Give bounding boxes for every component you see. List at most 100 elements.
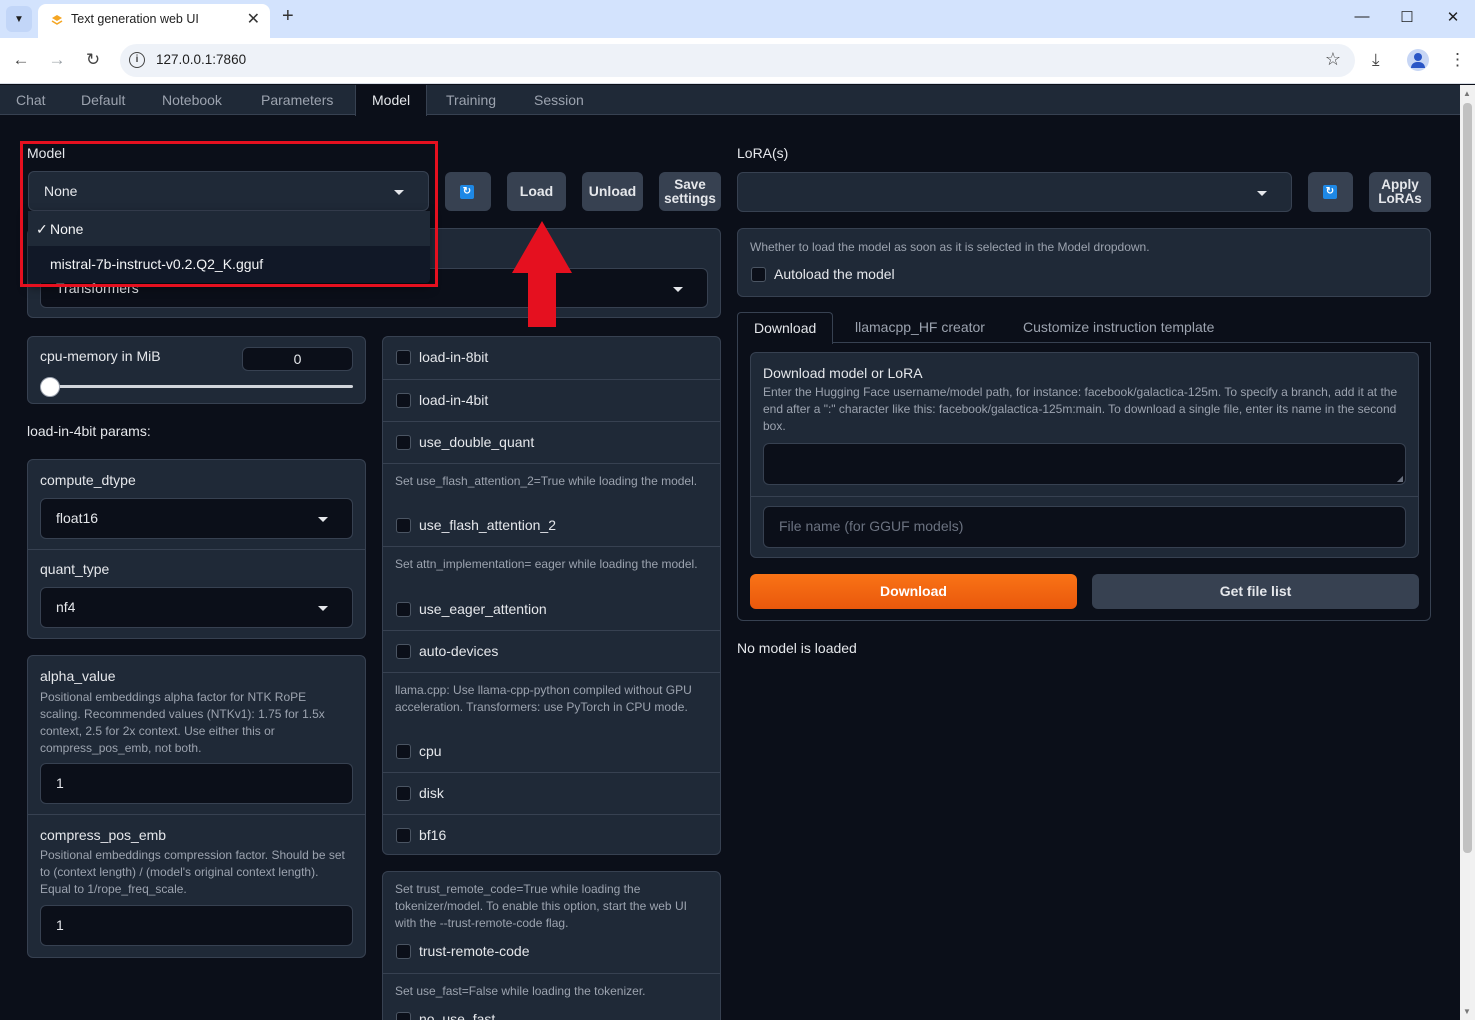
tab-notebook[interactable]: Notebook: [146, 85, 238, 115]
apply-loras-label-2: LoRAs: [1378, 191, 1422, 206]
lora-label: LoRA(s): [737, 145, 789, 161]
get-file-list-button[interactable]: Get file list: [1092, 574, 1419, 609]
tab-training[interactable]: Training: [430, 85, 512, 115]
quant-type-dropdown[interactable]: nf4: [40, 587, 353, 628]
alpha-value-label: alpha_value: [40, 668, 116, 684]
cpu-memory-slider-track[interactable]: [40, 385, 353, 388]
tab-search-button[interactable]: ▼: [6, 6, 32, 32]
tab-session[interactable]: Session: [518, 85, 600, 115]
load-in-8bit-row[interactable]: load-in-8bit: [383, 337, 720, 379]
tab-download[interactable]: Download: [737, 312, 834, 344]
browser-tab[interactable]: Text generation web UI ✕: [38, 4, 270, 38]
chevron-down-icon: [673, 287, 683, 292]
tab-parameters[interactable]: Parameters: [245, 85, 349, 115]
cpu-memory-slider-thumb[interactable]: [40, 377, 60, 397]
url-text: 127.0.0.1:7860: [156, 52, 247, 67]
load-in-4bit-checkbox[interactable]: [396, 393, 411, 408]
maximize-icon[interactable]: ☐: [1397, 8, 1417, 26]
reload-icon[interactable]: ↻: [82, 50, 104, 70]
cpu-checkbox[interactable]: [396, 744, 411, 759]
compute-dtype-dropdown[interactable]: float16: [40, 498, 353, 539]
chevron-down-icon: ▼: [14, 13, 24, 25]
load-in-8bit-checkbox[interactable]: [396, 350, 411, 365]
lora-refresh-button[interactable]: ↻: [1308, 172, 1353, 212]
save-settings-label-1: Save: [674, 177, 706, 192]
minimize-icon[interactable]: —: [1352, 8, 1372, 25]
use-flash-attention-row[interactable]: Set use_flash_attention_2=True while loa…: [383, 463, 720, 546]
compress-pos-emb-input[interactable]: 1: [40, 905, 353, 946]
load-button[interactable]: Load: [507, 172, 566, 211]
forward-icon[interactable]: →: [46, 50, 68, 70]
scrollbar-thumb[interactable]: [1463, 103, 1472, 853]
tab-default[interactable]: Default: [65, 85, 141, 115]
use-flash-attention-info: Set use_flash_attention_2=True while loa…: [395, 474, 698, 488]
cpu-memory-label: cpu-memory in MiB: [40, 348, 161, 364]
use-eager-attention-checkbox[interactable]: [396, 602, 411, 617]
bf16-checkbox[interactable]: [396, 828, 411, 843]
refresh-icon: ↻: [1323, 185, 1337, 199]
load-in-4bit-row[interactable]: load-in-4bit: [383, 379, 720, 421]
lora-dropdown[interactable]: [737, 172, 1292, 212]
tab-llamacpp-hf-creator[interactable]: llamacpp_HF creator: [839, 312, 1001, 343]
divider: [28, 549, 365, 550]
apply-loras-button[interactable]: Apply LoRAs: [1369, 172, 1431, 212]
disk-row[interactable]: disk: [383, 772, 720, 814]
favicon-icon: [51, 15, 63, 25]
tab-chat[interactable]: Chat: [0, 85, 62, 115]
bookmark-star-icon[interactable]: ☆: [1325, 49, 1341, 70]
use-double-quant-checkbox[interactable]: [396, 435, 411, 450]
site-info-icon[interactable]: i: [129, 52, 145, 68]
use-eager-attention-label: use_eager_attention: [419, 601, 547, 617]
compute-dtype-label: compute_dtype: [40, 472, 136, 488]
model-path-textarea[interactable]: ◢: [763, 443, 1406, 485]
trust-remote-code-info: Set trust_remote_code=True while loading…: [395, 882, 687, 930]
options-checkbox-panel: load-in-8bit load-in-4bit use_double_qua…: [382, 336, 721, 855]
annotation-up-arrow-icon: [512, 221, 572, 327]
compress-pos-emb-label: compress_pos_emb: [40, 827, 167, 843]
more-menu-icon[interactable]: ⋮: [1449, 50, 1466, 70]
no-use-fast-info: Set use_fast=False while loading the tok…: [395, 984, 646, 998]
browser-tab-title: Text generation web UI: [71, 12, 199, 26]
unload-button[interactable]: Unload: [582, 172, 643, 211]
use-flash-attention-checkbox[interactable]: [396, 518, 411, 533]
chevron-down-icon: [1257, 191, 1267, 196]
resize-handle-icon[interactable]: ◢: [1397, 474, 1403, 483]
disk-checkbox[interactable]: [396, 786, 411, 801]
use-double-quant-row[interactable]: use_double_quant: [383, 421, 720, 463]
model-status-text: No model is loaded: [737, 640, 857, 656]
close-tab-icon[interactable]: ✕: [247, 9, 260, 29]
no-use-fast-row[interactable]: Set use_fast=False while loading the tok…: [383, 973, 720, 1020]
save-settings-button[interactable]: Save settings: [659, 172, 721, 211]
trust-remote-code-row[interactable]: Set trust_remote_code=True while loading…: [383, 872, 720, 973]
cpu-row[interactable]: llama.cpp: Use llama-cpp-python compiled…: [383, 672, 720, 772]
download-tab-content: Download model or LoRA Enter the Hugging…: [737, 343, 1431, 621]
trust-remote-code-checkbox[interactable]: [396, 944, 411, 959]
address-bar[interactable]: i 127.0.0.1:7860 ☆: [120, 44, 1355, 77]
file-name-input[interactable]: File name (for GGUF models): [763, 506, 1406, 548]
alpha-value-info: Positional embeddings alpha factor for N…: [40, 690, 325, 755]
auto-devices-row[interactable]: auto-devices: [383, 630, 720, 672]
page-scrollbar[interactable]: ▲ ▼: [1460, 85, 1475, 1020]
download-button[interactable]: Download: [750, 574, 1077, 609]
model-refresh-button[interactable]: ↻: [445, 172, 491, 211]
use-eager-attention-row[interactable]: Set attn_implementation= eager while loa…: [383, 546, 720, 630]
close-window-icon[interactable]: ✕: [1443, 8, 1463, 26]
scroll-down-icon[interactable]: ▼: [1463, 1007, 1471, 1016]
bf16-row[interactable]: bf16: [383, 814, 720, 856]
scroll-up-icon[interactable]: ▲: [1463, 89, 1471, 98]
rope-params-panel: alpha_value Positional embeddings alpha …: [27, 655, 366, 958]
no-use-fast-checkbox[interactable]: [396, 1012, 411, 1020]
tab-model[interactable]: Model: [355, 85, 428, 116]
autoload-checkbox[interactable]: [751, 267, 766, 282]
cpu-memory-input[interactable]: 0: [242, 347, 353, 371]
new-tab-icon[interactable]: +: [282, 5, 294, 28]
refresh-icon: ↻: [460, 185, 474, 199]
back-icon[interactable]: ←: [10, 50, 32, 70]
tab-customize-instruction-template[interactable]: Customize instruction template: [1007, 312, 1230, 343]
download-icon[interactable]: ⤓: [1372, 50, 1380, 70]
profile-avatar-icon[interactable]: [1407, 49, 1429, 71]
load-in-8bit-label: load-in-8bit: [419, 349, 489, 365]
auto-devices-checkbox[interactable]: [396, 644, 411, 659]
alpha-value-input[interactable]: 1: [40, 763, 353, 804]
4bit-params-panel: compute_dtype float16 quant_type nf4: [27, 459, 366, 639]
